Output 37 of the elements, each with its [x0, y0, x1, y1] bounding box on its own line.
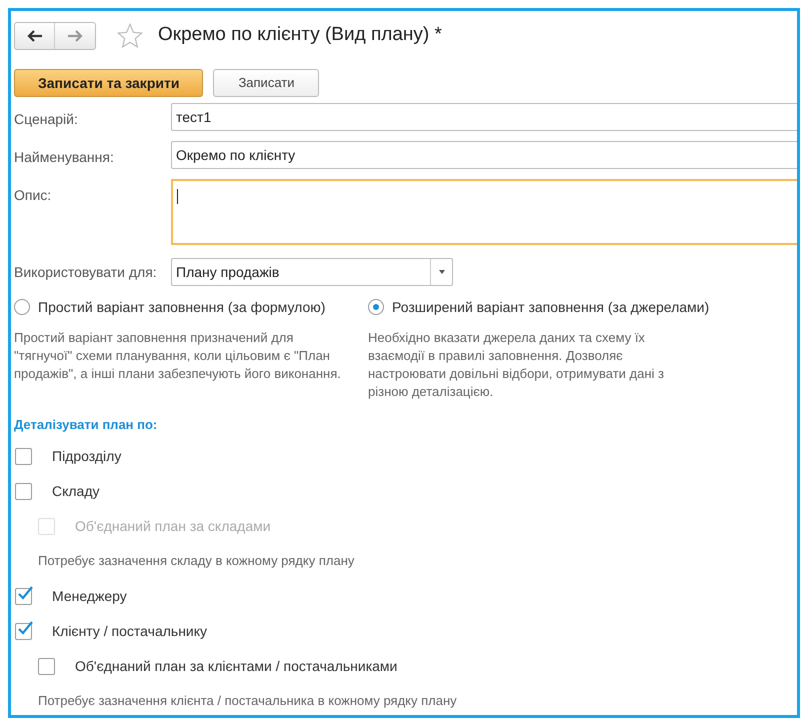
description-field[interactable] — [171, 179, 797, 245]
checkbox-label: Підрозділу — [52, 446, 122, 466]
section-heading: Деталізувати план по: — [14, 416, 158, 434]
text-field[interactable]: тест1 — [171, 103, 797, 131]
save-button[interactable]: Записати — [213, 69, 320, 97]
option-description: Необхідно вказати джерела даних та схему їх взаємодії в правилі заповнення. Дозволяє настроювати довільні відбори, отримувати дані з різною деталізацією. — [368, 329, 665, 401]
check-icon — [16, 584, 34, 602]
radio-button[interactable] — [14, 299, 30, 315]
save-and-close-button[interactable]: Записати та закрити — [14, 69, 204, 97]
checkbox-label: Клієнту / постачальнику — [52, 622, 208, 641]
checkbox[interactable] — [15, 482, 32, 500]
checkbox-label: Менеджеру — [52, 586, 127, 606]
checkbox[interactable] — [38, 658, 55, 674]
hint-text: Потребує зазначення клієнта / постачальника в кожному рядку плану — [38, 692, 457, 710]
text-cursor — [177, 188, 178, 204]
checkbox-label: Об'єднаний план за клієнтами / постачальниками — [75, 656, 398, 676]
window-title: Окремо по клієнту (Вид плану) * — [158, 23, 442, 48]
checkbox[interactable] — [15, 588, 32, 604]
checkbox-label: Складу — [52, 482, 100, 501]
checkbox-label: Об'єднаний план за складами — [75, 516, 271, 536]
radio-label: Простий варіант заповнення (за формулою) — [38, 298, 326, 317]
radio-label: Розширений варіант заповнення (за джерелами) — [392, 298, 710, 317]
checkbox[interactable] — [15, 448, 32, 464]
field-label: Найменування: — [14, 148, 115, 167]
field-label: Використовувати для: — [14, 262, 158, 282]
star-icon[interactable] — [116, 22, 144, 50]
dropdown-field[interactable]: Плану продажів — [171, 258, 453, 286]
hint-text: Потребує зазначення складу в кожному рядку плану — [38, 552, 354, 570]
check-icon — [16, 620, 34, 638]
forward-arrow-icon — [67, 30, 83, 42]
radio-button[interactable] — [368, 299, 384, 315]
field-label: Опис: — [14, 186, 52, 205]
checkbox[interactable] — [15, 622, 32, 640]
field-label: Сценарій: — [14, 110, 79, 129]
text-field[interactable]: Окремо по клієнту — [171, 141, 797, 169]
option-description: Простий варіант заповнення призначений для "тягнучої" схеми планування, коли цільовим є "План продажів", а інші плани забезпечують його виконання. — [14, 329, 342, 383]
back-arrow-icon — [26, 30, 42, 42]
